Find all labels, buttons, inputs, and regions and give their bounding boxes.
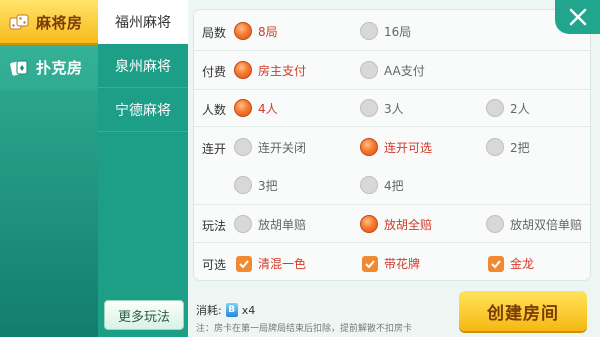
extras-checkbox[interactable]: 金龙 — [488, 255, 534, 272]
category-label: 扑克房 — [36, 59, 83, 77]
streak-option[interactable]: 2把 — [486, 138, 530, 156]
cost-label: 消耗: — [196, 304, 222, 317]
streak-option[interactable]: 连开关闭 — [234, 138, 306, 156]
radio-selected-icon — [360, 138, 378, 156]
radio-icon — [360, 99, 378, 117]
players-label: 人数 — [202, 103, 227, 117]
extras-checkbox[interactable]: 带花牌 — [362, 255, 420, 272]
checkbox-checked-icon — [488, 255, 504, 272]
divider — [194, 242, 590, 243]
radio-selected-icon — [234, 99, 252, 117]
divider — [194, 50, 590, 51]
radio-icon — [486, 99, 504, 117]
create-room-button[interactable]: 创建房间 — [459, 291, 587, 331]
radio-selected-icon — [234, 61, 252, 79]
mode-option[interactable]: 放胡全赔 — [360, 215, 432, 233]
options-area: 局数 8局 16局 付费 房主支付 AA支付 人数 4人 3人 2人 连开 连开… — [188, 0, 600, 337]
streak-option[interactable]: 4把 — [360, 176, 404, 194]
dice-icon — [8, 14, 30, 32]
category-label: 麻将房 — [36, 14, 83, 32]
players-option[interactable]: 4人 — [234, 99, 278, 117]
cards-icon — [8, 59, 30, 77]
room-card-icon: B — [225, 303, 238, 317]
radio-icon — [360, 176, 378, 194]
close-button[interactable] — [555, 0, 600, 34]
checkbox-checked-icon — [362, 255, 378, 272]
radio-icon — [234, 215, 252, 233]
divider — [194, 126, 590, 127]
checkbox-checked-icon — [236, 255, 252, 272]
subtype-quanzhou[interactable]: 泉州麻将 — [98, 44, 188, 88]
divider — [194, 89, 590, 90]
close-icon — [569, 8, 586, 26]
streak-label: 连开 — [202, 142, 227, 156]
radio-selected-icon — [234, 22, 252, 40]
cost-amount: x4 — [241, 303, 256, 317]
payment-option[interactable]: 房主支付 — [234, 61, 306, 79]
streak-option[interactable]: 3把 — [234, 176, 278, 194]
category-mahjong[interactable]: 麻将房 — [0, 0, 98, 45]
extras-label: 可选 — [202, 258, 227, 272]
radio-icon — [234, 138, 252, 156]
extras-checkbox[interactable]: 清混一色 — [236, 255, 306, 272]
divider — [194, 204, 590, 205]
radio-icon — [234, 176, 252, 194]
radio-icon — [486, 215, 504, 233]
radio-icon — [360, 22, 378, 40]
rounds-option[interactable]: 8局 — [234, 22, 278, 40]
subtype-fuzhou[interactable]: 福州麻将 — [98, 0, 188, 44]
more-modes-button[interactable]: 更多玩法 — [104, 300, 184, 330]
rounds-label: 局数 — [202, 26, 227, 40]
mode-option[interactable]: 放胡双倍单赔 — [486, 215, 582, 233]
payment-option[interactable]: AA支付 — [360, 61, 425, 79]
category-sidebar-fill — [0, 90, 98, 337]
mode-label: 玩法 — [202, 219, 227, 233]
radio-icon — [486, 138, 504, 156]
rounds-option[interactable]: 16局 — [360, 22, 411, 40]
radio-icon — [360, 61, 378, 79]
room-card-cost: 消耗: B x4 — [196, 302, 255, 318]
streak-option[interactable]: 连开可选 — [360, 138, 432, 156]
players-option[interactable]: 3人 — [360, 99, 404, 117]
subtype-ningde[interactable]: 宁德麻将 — [98, 88, 188, 132]
payment-label: 付费 — [202, 65, 227, 79]
category-poker[interactable]: 扑克房 — [0, 45, 98, 90]
players-option[interactable]: 2人 — [486, 99, 530, 117]
cost-note: 注：房卡在第一局牌局结束后扣除，提前解散不扣房卡 — [196, 324, 413, 334]
mode-option[interactable]: 放胡单赔 — [234, 215, 306, 233]
radio-selected-icon — [360, 215, 378, 233]
